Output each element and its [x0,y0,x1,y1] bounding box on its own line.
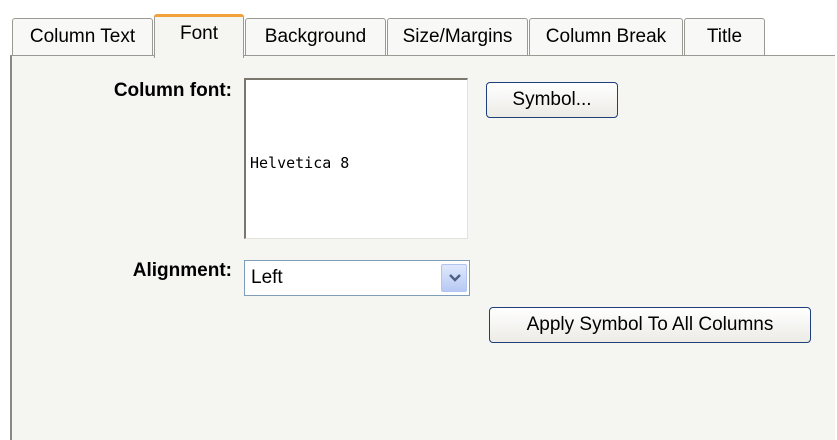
alignment-value: Left [251,267,283,288]
dropdown-arrow-button[interactable] [441,264,467,292]
tab-strip: Column Text Font Background Size/Margins… [12,14,832,58]
symbol-button[interactable]: Symbol... [486,82,618,118]
tab-column-break[interactable]: Column Break [529,18,683,55]
alignment-label: Alignment: [132,260,232,281]
tab-background[interactable]: Background [245,18,386,55]
column-font-preview[interactable]: Helvetica 8 [244,78,468,239]
tab-column-text[interactable]: Column Text [12,18,153,55]
tab-title[interactable]: Title [684,18,765,55]
apply-symbol-all-columns-button[interactable]: Apply Symbol To All Columns [489,307,811,343]
tab-font[interactable]: Font [154,14,244,58]
tab-size-margins[interactable]: Size/Margins [387,18,528,55]
alignment-select[interactable]: Left [244,260,470,296]
column-font-value: Helvetica 8 [250,154,350,172]
chevron-down-icon [449,274,461,282]
column-font-label: Column font: [113,80,232,101]
